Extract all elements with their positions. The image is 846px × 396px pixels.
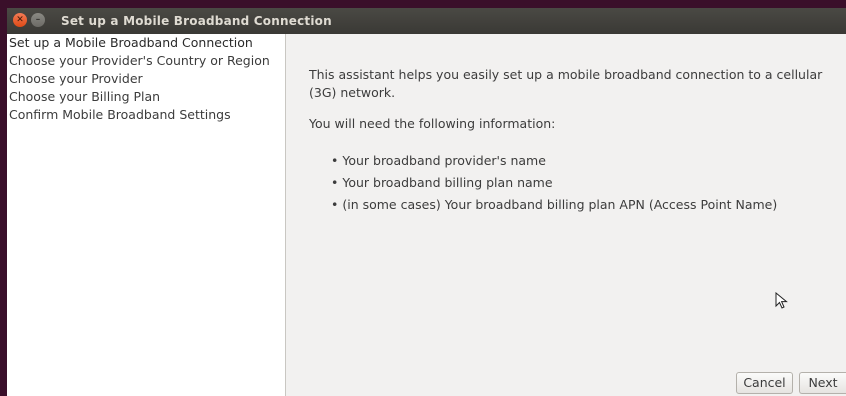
step-confirm: Confirm Mobile Broadband Settings — [9, 107, 231, 122]
need-info-label: You will need the following information: — [309, 116, 556, 131]
minimize-icon[interactable]: – — [31, 13, 45, 27]
cancel-button[interactable]: Cancel — [736, 372, 793, 394]
step-provider: Choose your Provider — [9, 71, 143, 86]
assistant-steps-sidebar: Set up a Mobile Broadband Connection Cho… — [7, 34, 286, 396]
window-title: Set up a Mobile Broadband Connection — [61, 14, 332, 28]
next-button[interactable]: Next — [799, 372, 846, 394]
list-item: • Your broadband provider's name — [331, 153, 546, 168]
list-item: • Your broadband billing plan name — [331, 175, 553, 190]
step-billing-plan: Choose your Billing Plan — [9, 89, 161, 104]
step-setup: Set up a Mobile Broadband Connection — [9, 35, 253, 50]
assistant-page: This assistant helps you easily set up a… — [309, 34, 846, 396]
mouse-cursor-icon — [775, 292, 788, 309]
list-item: • (in some cases) Your broadband billing… — [331, 197, 778, 212]
step-country-region: Choose your Provider's Country or Region — [9, 53, 270, 68]
requirements-list: • Your broadband provider's name • Your … — [331, 150, 777, 216]
titlebar[interactable]: ✕ – Set up a Mobile Broadband Connection — [7, 8, 846, 34]
broadband-assistant-window: ✕ – Set up a Mobile Broadband Connection… — [7, 8, 846, 396]
close-icon[interactable]: ✕ — [13, 13, 27, 27]
intro-text: This assistant helps you easily set up a… — [309, 67, 823, 100]
